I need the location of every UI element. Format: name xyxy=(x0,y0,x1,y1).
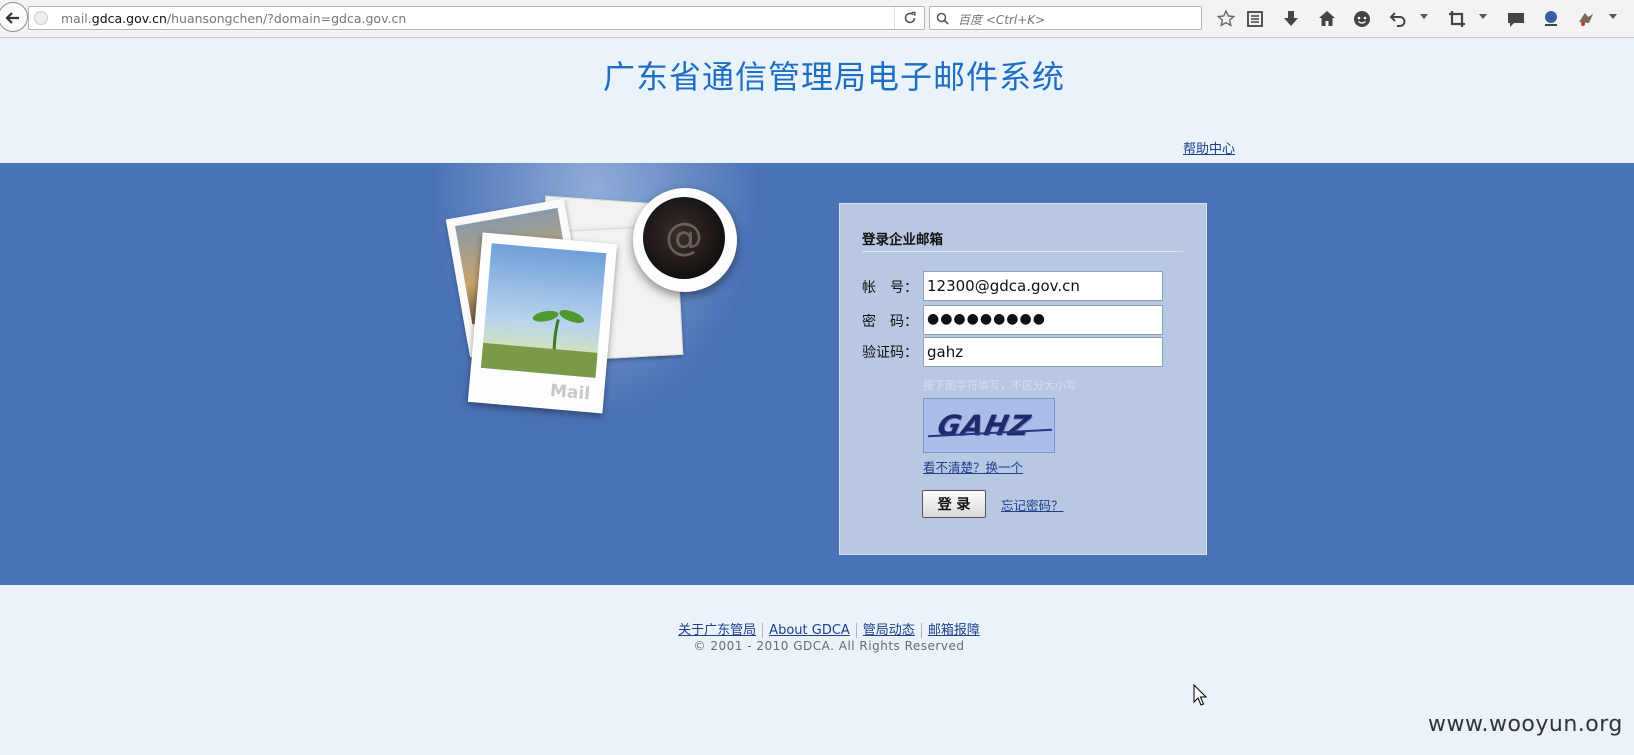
account-label: 帐 号： xyxy=(862,280,918,296)
search-placeholder: 百度 <Ctrl+K> xyxy=(958,13,1046,27)
help-center-link[interactable]: 帮助中心 xyxy=(1183,138,1235,157)
footer-link-about-cn[interactable]: 关于广东管局 xyxy=(672,623,762,638)
crop-dropdown-icon[interactable] xyxy=(1479,14,1487,19)
url-text[interactable]: mail.gdca.gov.cn/huansongchen/?domain=gd… xyxy=(61,11,406,26)
mail-watermark: Mail xyxy=(549,380,591,405)
photo-seedling: Mail xyxy=(467,232,618,414)
captcha-label: 验证码： xyxy=(862,345,918,361)
password-input[interactable]: ●●●●●●●●● xyxy=(923,305,1163,335)
undo-dropdown-icon[interactable] xyxy=(1420,14,1428,19)
reload-button[interactable] xyxy=(894,7,924,29)
login-button[interactable]: 登 录 xyxy=(922,490,986,518)
seedling-icon xyxy=(480,310,598,378)
download-icon[interactable] xyxy=(1280,8,1302,30)
copyright-text: © 2001 - 2010 GDCA. All Rights Reserved xyxy=(693,639,965,653)
undo-icon[interactable] xyxy=(1387,8,1409,30)
page-title: 广东省通信管理局电子邮件系统 xyxy=(602,58,1065,96)
footer-link-news[interactable]: 管局动态 xyxy=(857,623,921,638)
search-icon xyxy=(936,12,949,25)
comment-icon[interactable] xyxy=(1505,8,1527,30)
account-input[interactable]: 12300@gdca.gov.cn xyxy=(923,271,1163,301)
panel-divider xyxy=(862,251,1183,252)
addon-dropdown-icon[interactable] xyxy=(1609,14,1617,19)
back-arrow-icon xyxy=(5,12,19,24)
footer-link-about-en[interactable]: About GDCA xyxy=(763,623,856,638)
mail-illustration: Mail @ xyxy=(445,188,765,418)
at-sign-icon: @ xyxy=(665,215,703,259)
browser-toolbar: mail.gdca.gov.cn/huansongchen/?domain=gd… xyxy=(0,0,1634,38)
watermark: www.wooyun.org xyxy=(1428,712,1623,737)
reload-icon xyxy=(904,11,916,24)
captcha-input[interactable]: gahz xyxy=(923,337,1163,367)
bookmark-star-icon[interactable] xyxy=(1215,8,1237,30)
site-identity-icon[interactable] xyxy=(34,11,48,25)
password-label: 密 码： xyxy=(862,314,918,330)
login-panel: 登录企业邮箱 帐 号： 12300@gdca.gov.cn 密 码： ●●●●●… xyxy=(839,203,1207,555)
back-button[interactable] xyxy=(0,2,28,32)
captcha-image-text: GAHZ xyxy=(934,409,1034,442)
forgot-password-link[interactable]: 忘记密码？ xyxy=(1001,495,1064,514)
captcha-hint: 按下图字符填写，不区分大小写 xyxy=(923,379,1077,392)
footer-link-report[interactable]: 邮箱报障 xyxy=(922,623,986,638)
chat-icon[interactable] xyxy=(1351,8,1373,30)
address-bar[interactable]: mail.gdca.gov.cn/huansongchen/?domain=gd… xyxy=(28,6,925,30)
crop-icon[interactable] xyxy=(1446,8,1468,30)
refresh-captcha-link[interactable]: 看不清楚？换一个 xyxy=(923,457,1023,476)
search-bar[interactable]: 百度 <Ctrl+K> xyxy=(929,6,1202,30)
reading-list-icon[interactable] xyxy=(1244,8,1266,30)
home-icon[interactable] xyxy=(1316,8,1338,30)
captcha-image[interactable]: GAHZ xyxy=(923,398,1055,453)
coffee-cup: @ xyxy=(633,188,737,292)
extension-icon[interactable] xyxy=(1540,8,1562,30)
mouse-cursor-icon xyxy=(1193,684,1207,706)
login-panel-title: 登录企业邮箱 xyxy=(862,232,943,248)
login-banner: Mail @ xyxy=(0,163,1634,585)
addon-icon[interactable] xyxy=(1575,8,1597,30)
footer-links: 关于广东管局 About GDCA 管局动态 邮箱报障 xyxy=(0,619,1634,638)
